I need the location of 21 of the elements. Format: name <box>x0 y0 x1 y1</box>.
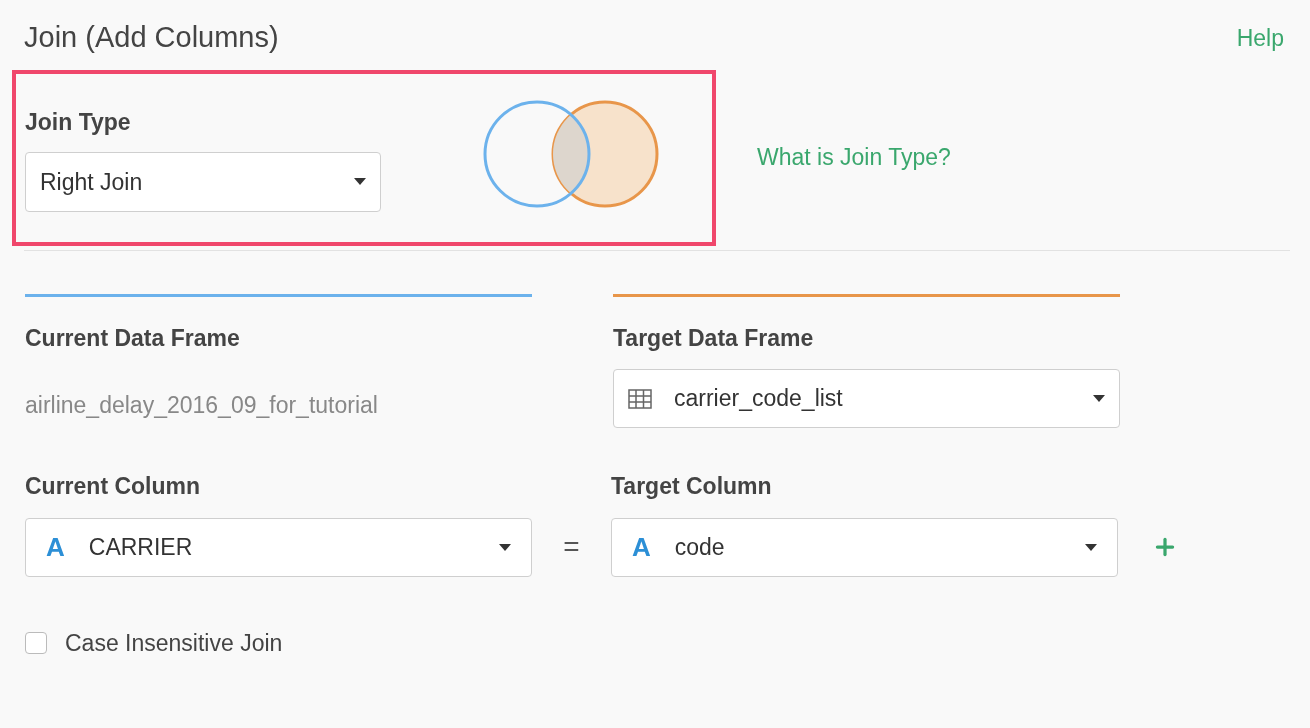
current-frame-name: airline_delay_2016_09_for_tutorial <box>25 391 379 420</box>
caret-icon <box>354 178 366 186</box>
caret-icon <box>499 543 511 551</box>
target-frame-select[interactable]: carrier_code_list <box>613 369 1120 428</box>
text-type-icon: A <box>632 527 651 567</box>
join-type-label: Join Type <box>25 108 132 138</box>
column-select[interactable]: A code <box>611 517 1118 577</box>
caret-icon <box>1085 543 1097 551</box>
panel-title: Join (Add Columns) <box>24 20 279 55</box>
case-insensitive-label: Case Insensitive Join <box>65 628 283 658</box>
join-type-select[interactable]: Right Join <box>25 151 381 212</box>
caret-icon <box>1093 395 1105 402</box>
target-column-label: Target Column <box>611 472 772 501</box>
current-column-label: Current Column <box>25 472 202 501</box>
target-frame-label: Target Data Frame <box>613 323 815 353</box>
equals-sign: = <box>562 530 581 564</box>
current-frame-label: Current Data Frame <box>25 323 241 353</box>
table-icon <box>628 388 652 409</box>
text-type-icon: A <box>46 527 65 567</box>
case-insensitive-checkbox[interactable] <box>25 631 47 654</box>
column-select[interactable]: A CARRIER <box>25 517 532 577</box>
